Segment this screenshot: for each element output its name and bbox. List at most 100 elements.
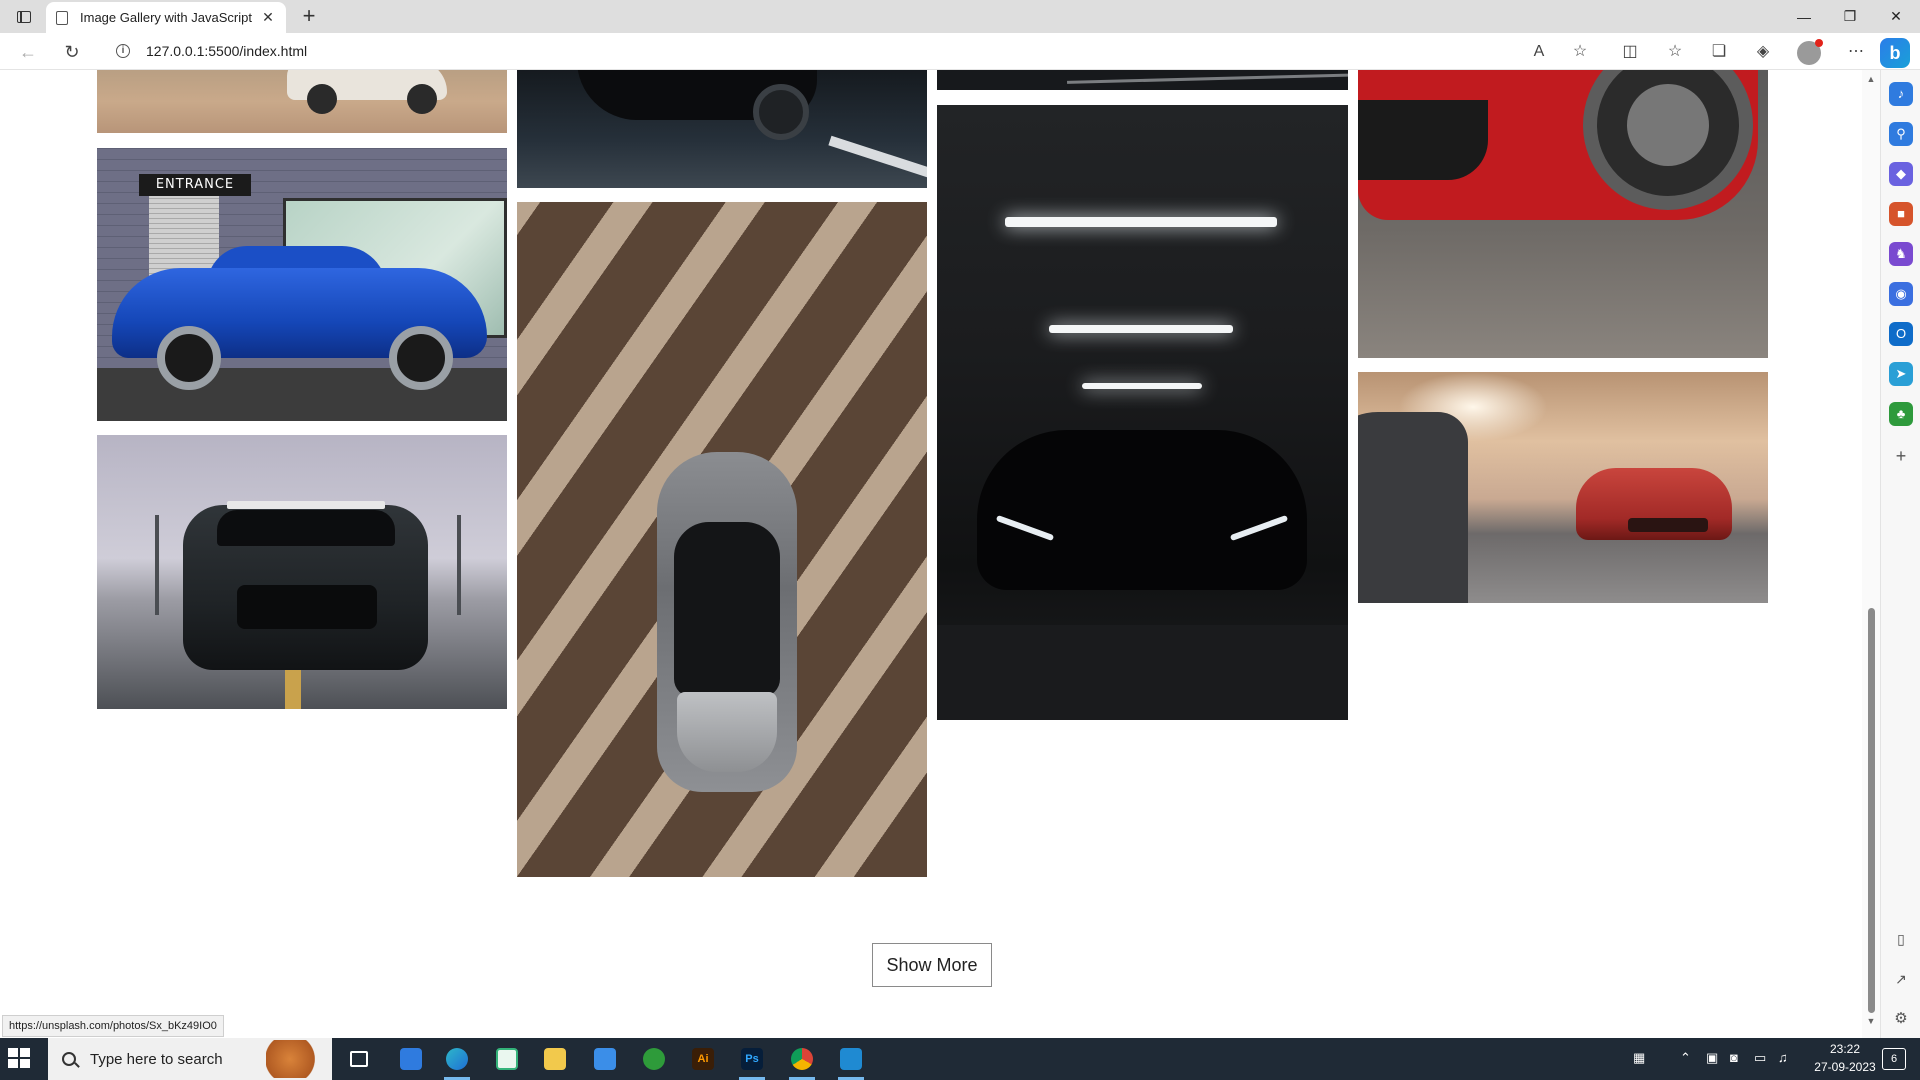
store-icon[interactable] [394,1042,428,1076]
tab-title: Image Gallery with JavaScript | C [80,10,254,25]
collections-icon[interactable]: ❏ [1706,39,1732,65]
address-bar[interactable]: i 127.0.0.1:5500/index.html [102,36,1602,66]
photo-car-hood [677,692,777,772]
gallery-photo-mustang[interactable] [97,435,507,709]
page-scrollbar[interactable]: ▲ ▼ [1862,70,1880,1038]
photo-wheel [157,326,221,390]
gallery-photo-garage-car[interactable] [937,105,1348,720]
xbox-icon[interactable] [637,1042,671,1076]
page-viewport: ENTRANCE Show More [0,70,1862,1038]
photo-grille [1358,100,1488,180]
chrome-icon[interactable] [785,1042,819,1080]
task-view-icon[interactable] [342,1042,376,1076]
profile-avatar[interactable] [1797,39,1823,65]
tab-actions-icon [17,11,31,23]
site-info-icon[interactable]: i [116,44,130,58]
security-icon[interactable]: ◙ [1730,1050,1738,1065]
close-window-button[interactable]: ✕ [1873,0,1919,33]
photo-ceiling-light [1005,217,1277,227]
bell-icon[interactable]: ♪ [1889,82,1913,106]
photo-windshield-banner [227,501,385,509]
volume-icon[interactable]: ♫ [1778,1050,1788,1065]
clock-time[interactable]: 23:22 [1815,1042,1875,1056]
taskbar-search[interactable]: Type here to search [48,1038,332,1080]
gallery-photo-blue-coupe[interactable]: ENTRANCE [97,148,507,421]
photo-car-glass [674,522,780,697]
show-hidden-icons-icon[interactable]: ⌃ [1680,1050,1691,1066]
search-icon[interactable]: ⚲ [1889,122,1913,146]
tag-icon[interactable]: ◆ [1889,162,1913,186]
illustrator-icon[interactable]: Ai [686,1042,720,1076]
photo-wheel [307,84,337,114]
briefcase-icon[interactable]: ■ [1889,202,1913,226]
refresh-button[interactable]: ↻ [58,38,86,66]
photo-ceiling-light [1049,325,1233,333]
browser-toolbar: ← ↻ i 127.0.0.1:5500/index.html A ☆ ◫ ☆ … [0,33,1920,70]
add-sidebar-icon[interactable]: + [1889,444,1913,468]
show-more-button[interactable]: Show More [872,943,992,987]
mail-icon[interactable] [588,1042,622,1076]
photo-road-line [1067,73,1348,84]
gallery-photo-desert-car[interactable] [97,70,507,133]
photo-grille [237,585,377,629]
keyboard-icon[interactable]: ▦ [1633,1050,1645,1066]
more-menu-icon[interactable]: ⋯ [1843,39,1869,65]
photo-car-shape [977,430,1307,590]
favorites-icon[interactable]: ☆ [1662,39,1688,65]
photo-wheel [389,326,453,390]
tree-icon[interactable]: ♣ [1889,402,1913,426]
read-aloud-icon[interactable]: A [1526,39,1552,65]
vscode-icon[interactable] [834,1042,868,1080]
edge-sidebar: ♪ ⚲ ◆ ■ ♞ ◉ O ➤ ♣ + ▯ ↗ ⚙ [1880,70,1920,1038]
tab-image-gallery[interactable]: Image Gallery with JavaScript | C ✕ [46,2,286,33]
start-button[interactable] [8,1048,32,1070]
photo-wheel [407,84,437,114]
tab-actions-button[interactable] [10,5,38,29]
scrollbar-thumb[interactable] [1868,608,1875,1013]
clock-date[interactable]: 27-09-2023 [1808,1060,1882,1074]
photo-grille [1628,518,1708,532]
split-screen-icon[interactable]: ◫ [1617,39,1643,65]
outlook-icon[interactable]: O [1889,322,1913,346]
meet-now-icon[interactable]: ▣ [1706,1050,1718,1066]
search-icon [62,1052,76,1066]
new-tab-button[interactable]: + [296,4,322,30]
notification-center-icon[interactable]: 6 [1882,1048,1906,1070]
restore-button[interactable]: ❐ [1827,0,1873,33]
gallery-photo-black-car-road[interactable] [517,70,927,188]
photo-foreground-car [1358,412,1468,603]
file-explorer-icon[interactable] [538,1042,572,1076]
network-icon[interactable]: ▭ [1754,1050,1766,1066]
notepad-icon[interactable] [490,1042,524,1076]
tab-close-icon[interactable]: ✕ [260,9,276,26]
photo-entrance-sign: ENTRANCE [139,174,251,196]
bing-chat-icon[interactable]: b [1880,38,1910,68]
photo-ceiling-light [1082,383,1202,389]
edge-icon[interactable] [440,1042,474,1080]
settings-icon[interactable]: ⚙ [1889,1007,1913,1031]
gallery-photo-dark-road[interactable] [937,70,1348,90]
extensions-icon[interactable]: ◈ [1750,39,1776,65]
gallery-photo-sunset-sedan[interactable] [1358,372,1768,603]
send-icon[interactable]: ➤ [1889,362,1913,386]
photoshop-icon[interactable]: Ps [735,1042,769,1080]
tab-strip: Image Gallery with JavaScript | C ✕ + — … [0,0,1920,33]
back-button[interactable]: ← [14,38,42,66]
minimize-button[interactable]: — [1781,0,1827,33]
favorite-star-icon[interactable]: ☆ [1567,39,1593,65]
photo-wheel [753,84,809,140]
search-highlight-icon [266,1040,326,1078]
chess-icon[interactable]: ♞ [1889,242,1913,266]
external-icon[interactable]: ↗ [1889,967,1913,991]
gallery-photo-red-car[interactable] [1358,70,1768,358]
gallery-photo-top-view-car[interactable] [517,202,927,877]
scroll-down-icon[interactable]: ▼ [1862,1016,1880,1030]
page-icon [56,10,68,25]
scroll-up-icon[interactable]: ▲ [1862,74,1880,88]
photo-road-line [828,135,927,183]
photo-lamp-pole [155,515,159,615]
office-icon[interactable]: ◉ [1889,282,1913,306]
photo-floor [937,625,1348,720]
url-text: 127.0.0.1:5500/index.html [146,43,308,59]
panel-icon[interactable]: ▯ [1889,927,1913,951]
